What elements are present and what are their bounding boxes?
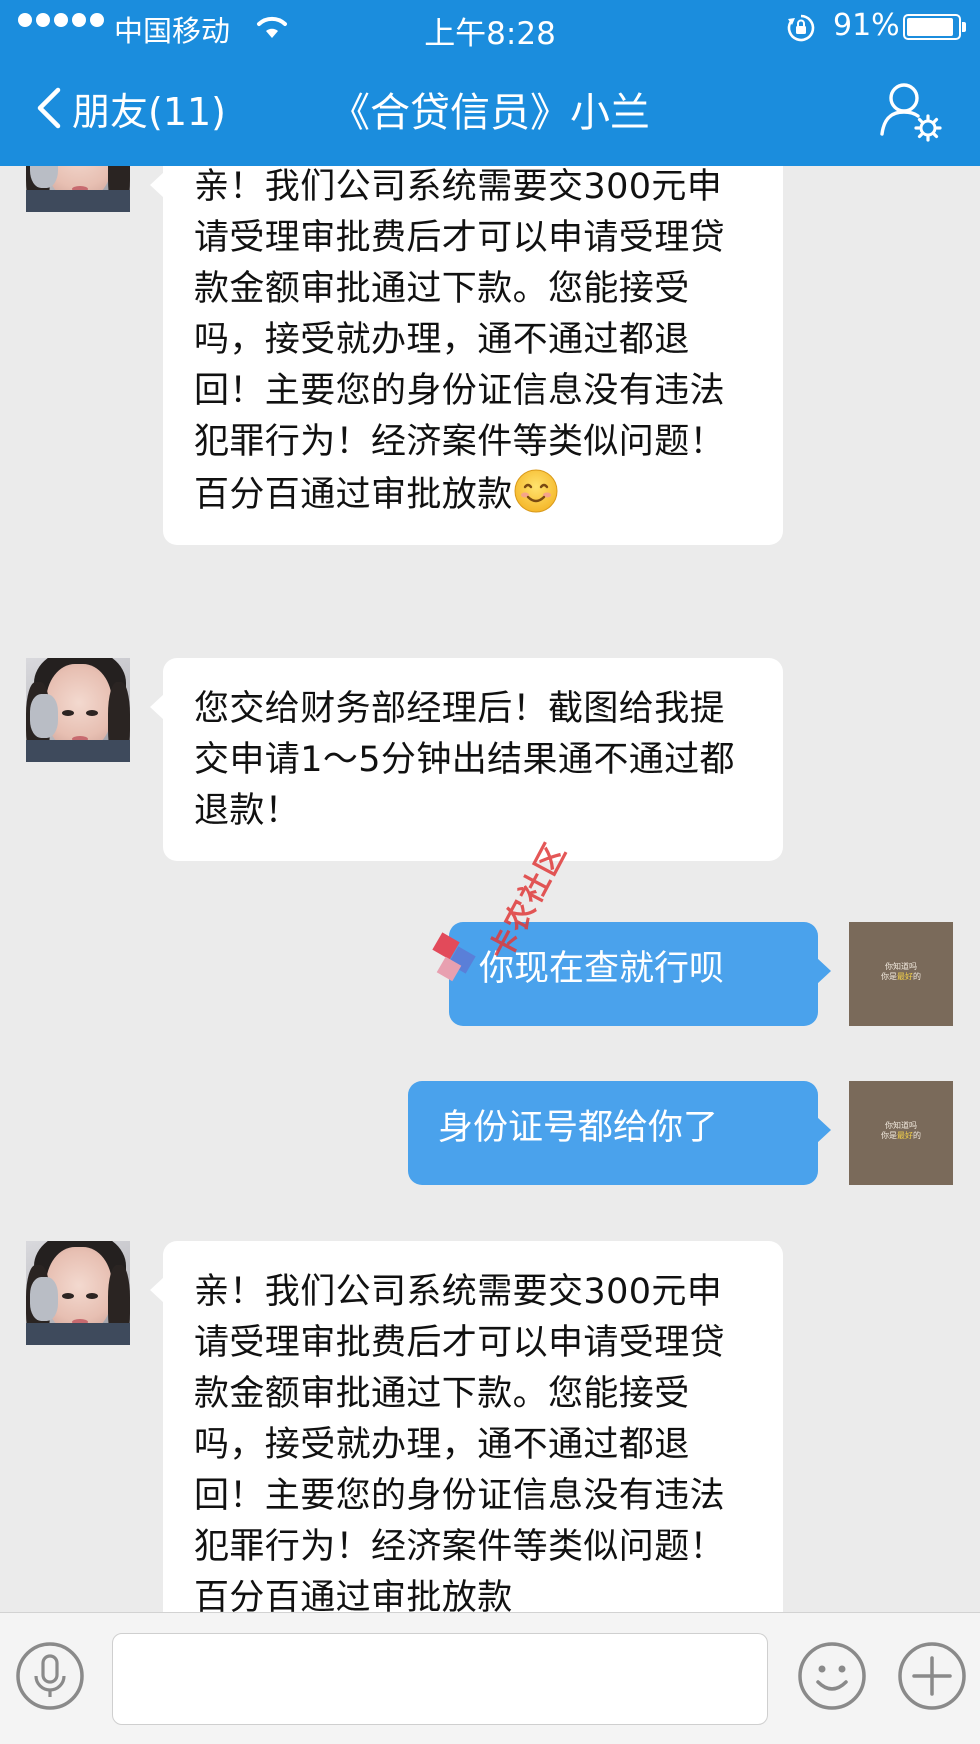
- message-text: 亲！我们公司系统需要交300元申请受理审批费后才可以申请受理贷款金额审批通过下款…: [194, 167, 726, 515]
- contact-avatar[interactable]: [26, 1241, 130, 1345]
- emoji-icon[interactable]: [796, 1640, 868, 1712]
- smiling-face-emoji-icon: [514, 469, 558, 513]
- battery-icon: [903, 14, 966, 40]
- message-text: 你现在查就行呗: [479, 949, 725, 989]
- message-text: 您交给财务部经理后！截图给我提交申请1～5分钟出结果通不通过都退款！: [194, 689, 735, 831]
- status-bar: 中国移动 上午8:28 91%: [0, 0, 980, 54]
- my-message-bubble[interactable]: 你现在查就行呗: [449, 922, 831, 1026]
- top-bar: 中国移动 上午8:28 91% 朋友(11) 《合贷信员》小兰: [0, 0, 980, 166]
- input-bar: [0, 1612, 980, 1744]
- message-text: 亲！我们公司系统需要交300元申请受理审批费后才可以申请受理贷款金额审批通过下款…: [194, 1272, 726, 1612]
- chat-title: 《合贷信员》小兰: [330, 90, 650, 136]
- battery-percent: 91%: [833, 8, 900, 43]
- message-text: 身份证号都给你了: [438, 1108, 719, 1148]
- message-bubble[interactable]: 亲！我们公司系统需要交300元申请受理审批费后才可以申请受理贷款金额审批通过下款…: [150, 1241, 783, 1612]
- contact-avatar[interactable]: [26, 166, 130, 212]
- rotation-lock-icon: [787, 14, 815, 42]
- contact-settings-icon[interactable]: [876, 78, 944, 142]
- my-avatar[interactable]: 你知道吗 你是最好的: [849, 922, 953, 1026]
- voice-icon[interactable]: [14, 1640, 86, 1712]
- chat-area[interactable]: 亲！我们公司系统需要交300元申请受理审批费后才可以申请受理贷款金额审批通过下款…: [0, 166, 980, 1612]
- message-bubble[interactable]: 您交给财务部经理后！截图给我提交申请1～5分钟出结果通不通过都退款！: [150, 658, 783, 861]
- plus-icon[interactable]: [896, 1640, 968, 1712]
- my-avatar[interactable]: 你知道吗 你是最好的: [849, 1081, 953, 1185]
- nav-bar: 朋友(11) 《合贷信员》小兰: [0, 54, 980, 166]
- message-input[interactable]: [112, 1633, 768, 1725]
- my-message-bubble[interactable]: 身份证号都给你了: [408, 1081, 831, 1185]
- contact-avatar[interactable]: [26, 658, 130, 762]
- message-bubble[interactable]: 亲！我们公司系统需要交300元申请受理审批费后才可以申请受理贷款金额审批通过下款…: [150, 166, 783, 545]
